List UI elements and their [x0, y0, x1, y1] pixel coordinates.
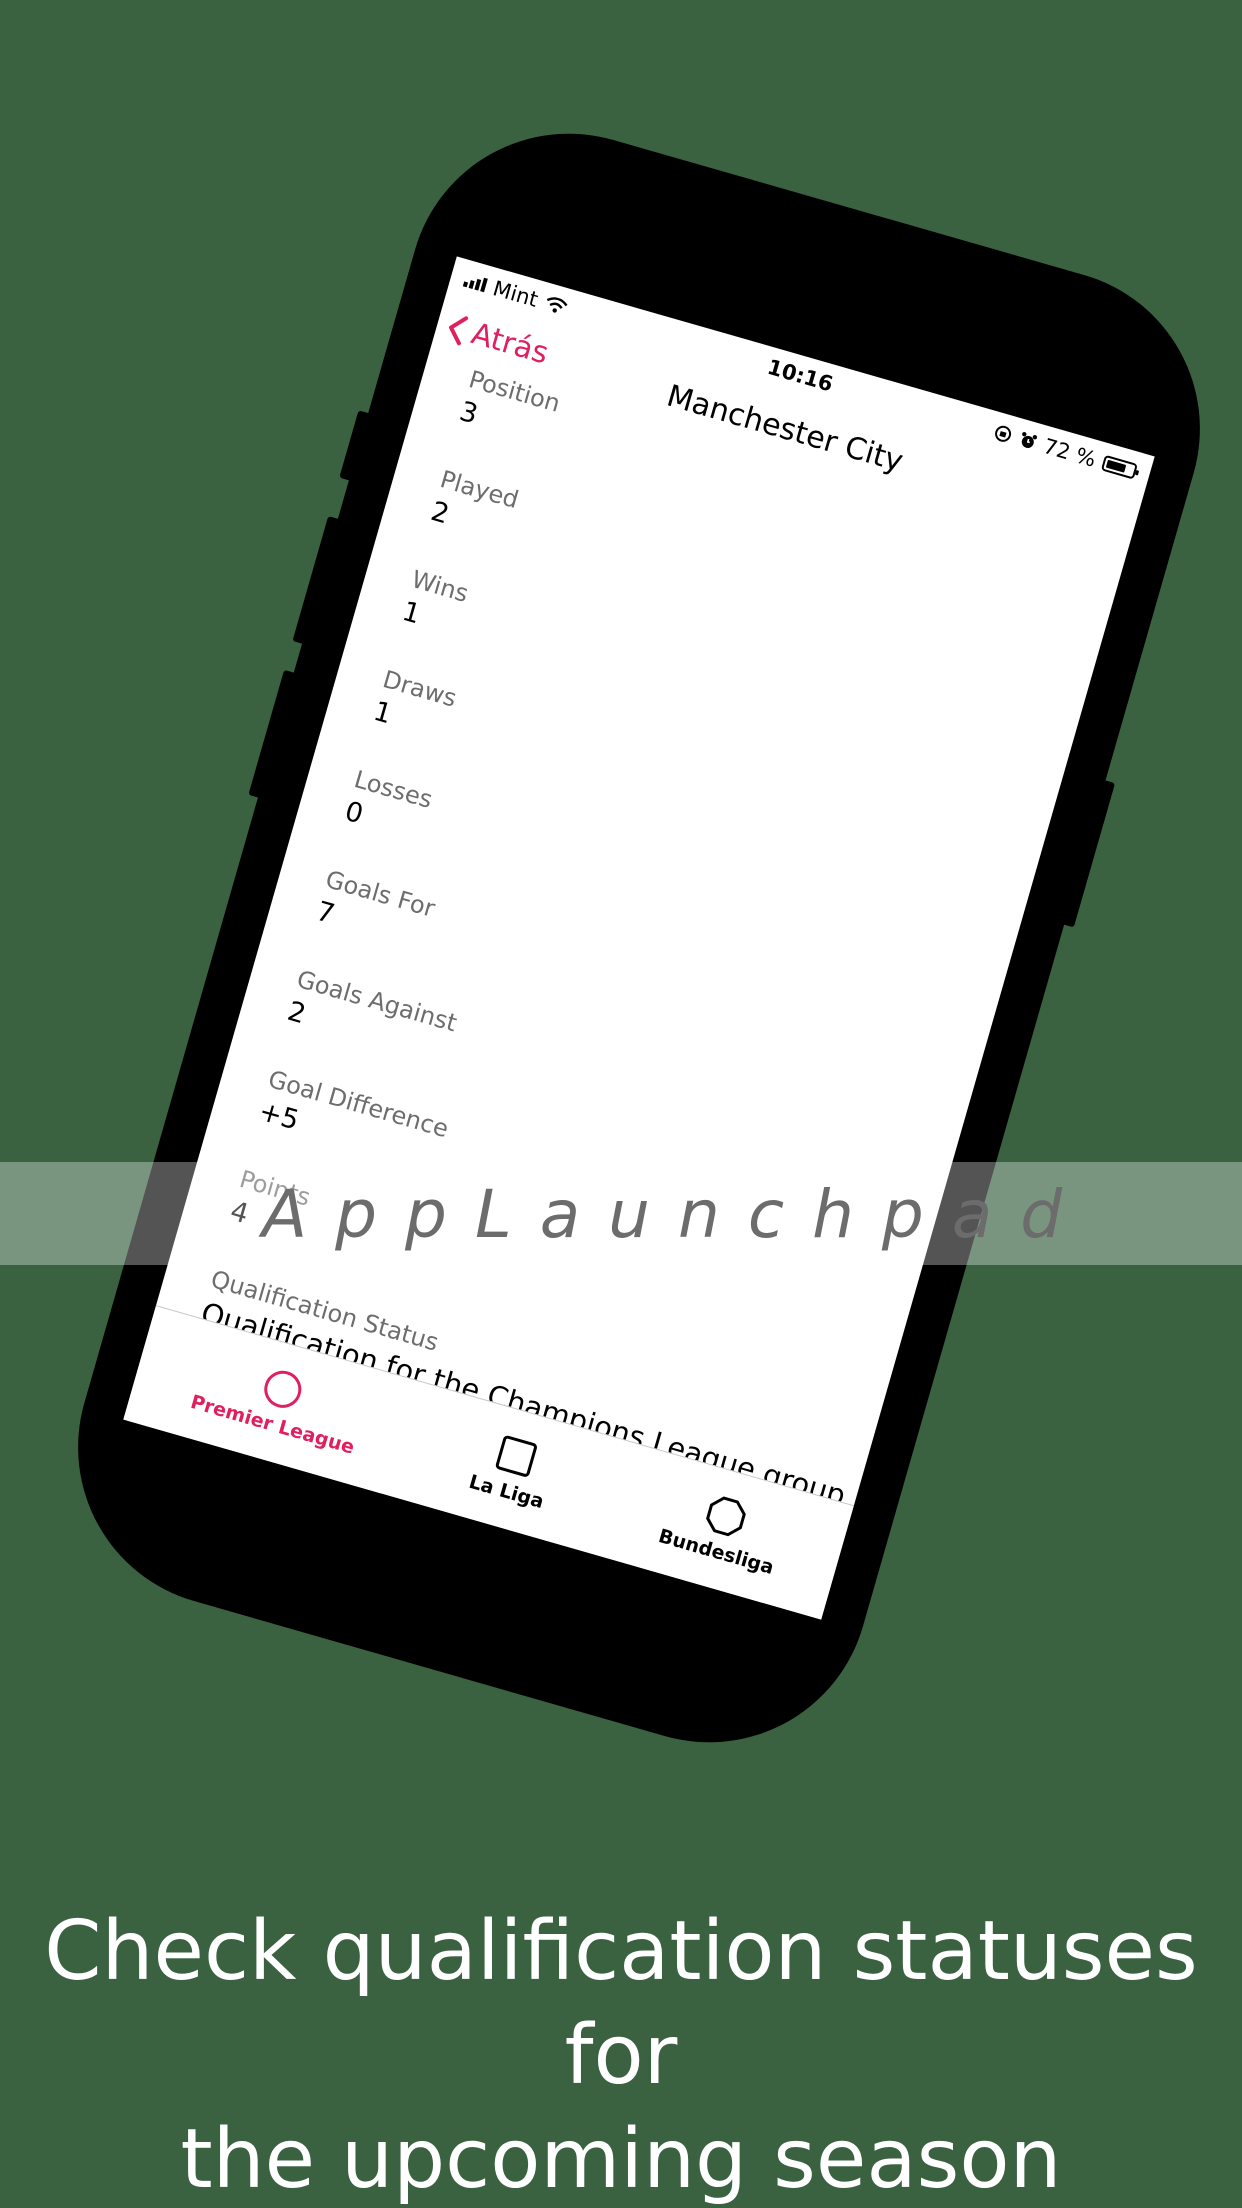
tab-label: La Liga [466, 1470, 547, 1514]
promo-stage: Mint 10:16 72 % Atrás Manchester City Po… [0, 0, 1242, 2208]
phone-frame: Mint 10:16 72 % Atrás Manchester City Po… [40, 95, 1238, 1781]
volume-up-button [292, 516, 342, 645]
circle-icon [264, 1370, 302, 1408]
tab-bundesliga[interactable]: Bundesliga [656, 1481, 789, 1579]
square-icon [496, 1435, 538, 1477]
promo-caption: Check qualification statuses for the upc… [0, 1900, 1242, 2208]
tab-premier-league[interactable]: Premier League [188, 1347, 369, 1459]
phone-screen: Mint 10:16 72 % Atrás Manchester City Po… [123, 256, 1155, 1620]
mute-switch [339, 410, 373, 482]
caption-line-2: the upcoming season [180, 2112, 1062, 2207]
octagon-icon [706, 1496, 747, 1537]
caption-line-1: Check qualification statuses for [44, 1904, 1198, 2103]
watermark-text: AppLaunchpad [262, 1176, 1091, 1253]
tab-la-liga[interactable]: La Liga [467, 1427, 559, 1513]
watermark-band: AppLaunchpad [0, 1162, 1242, 1265]
alarm-icon [1021, 431, 1037, 448]
volume-down-button [248, 669, 298, 799]
power-button [1060, 779, 1116, 928]
orientation-lock-icon [994, 425, 1011, 442]
battery-percent: 72 % [1040, 434, 1099, 472]
battery-icon [1100, 454, 1138, 480]
